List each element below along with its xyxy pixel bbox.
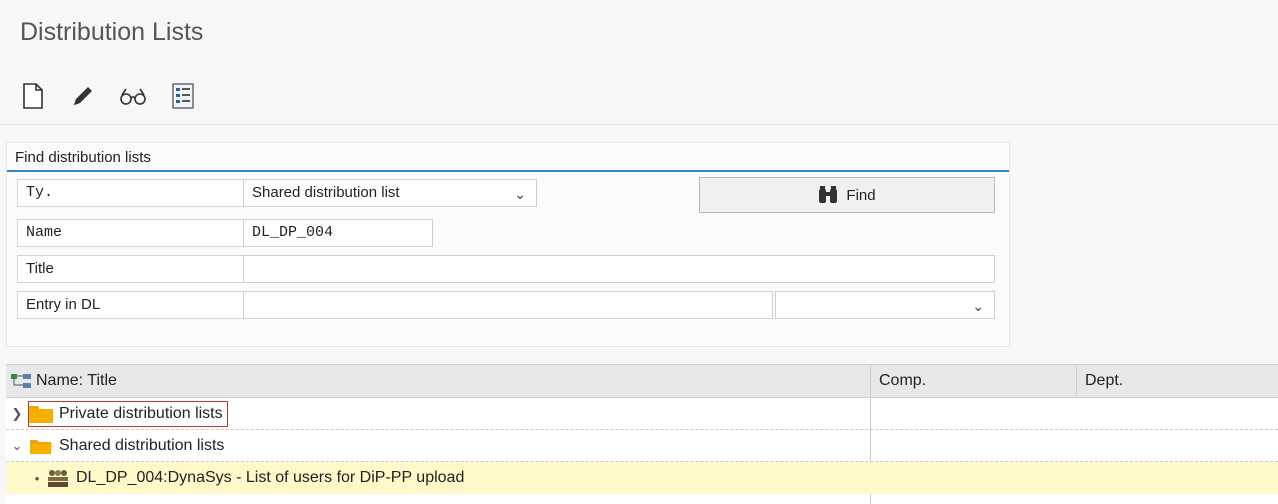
tree-node-label: Private distribution lists: [59, 405, 223, 422]
type-label: Ty.: [17, 179, 247, 207]
tree-row[interactable]: ❯ Private distribution lists: [6, 398, 1278, 430]
tree-header: Name: Title Comp. Dept.: [6, 364, 1278, 398]
title-label: Title: [17, 255, 247, 283]
find-button[interactable]: Find: [699, 177, 995, 213]
new-document-icon: [23, 83, 43, 109]
page-title: Distribution Lists: [20, 18, 204, 46]
tree-row[interactable]: ⌄ Shared distribution lists: [6, 430, 1278, 462]
name-input[interactable]: DL_DP_004: [243, 219, 433, 247]
edit-pencil-icon: [74, 87, 92, 105]
chevron-down-icon: ⌄: [514, 186, 526, 202]
column-header-comp[interactable]: Comp.: [870, 365, 1076, 397]
tree-node-focus[interactable]: Private distribution lists: [28, 401, 228, 427]
tree-row[interactable]: • DL_DP_004:DynaSys - List of users for …: [6, 462, 1278, 494]
column-header-name-label: Name: Title: [36, 372, 117, 389]
column-header-dept[interactable]: Dept.: [1076, 365, 1278, 397]
type-select-value: Shared distribution list: [252, 184, 400, 201]
distribution-list-tree: Name: Title Comp. Dept. ❯ Private distri…: [6, 364, 1278, 504]
bullet-icon: •: [34, 470, 40, 486]
overview-button[interactable]: [168, 79, 198, 113]
open-folder-icon: [30, 440, 52, 454]
entry-type-select[interactable]: ⌄: [775, 291, 995, 319]
tree-structure-icon: [11, 374, 31, 388]
edit-button[interactable]: [68, 79, 98, 113]
display-button[interactable]: [118, 79, 148, 113]
column-header-name[interactable]: Name: Title: [6, 365, 870, 397]
type-select[interactable]: Shared distribution list ⌄: [243, 179, 537, 207]
toolbar-separator: [0, 124, 1278, 125]
chevron-right-icon[interactable]: ❯: [6, 406, 28, 422]
find-panel: Find distribution lists Ty. Shared distr…: [6, 142, 1010, 347]
chevron-down-icon[interactable]: ⌄: [6, 438, 28, 454]
find-panel-header: Find distribution lists: [7, 143, 1009, 172]
tree-node-label: DL_DP_004:DynaSys - List of users for Di…: [76, 469, 465, 486]
entry-input[interactable]: [243, 291, 773, 319]
binoculars-icon: [819, 186, 838, 203]
entry-label: Entry in DL: [17, 291, 247, 319]
title-bar: Distribution Lists: [0, 0, 1278, 74]
distribution-list-icon: [48, 470, 68, 487]
display-glasses-icon: [120, 88, 146, 105]
folder-icon: [29, 406, 53, 423]
toolbar: [18, 78, 198, 114]
chevron-down-icon: ⌄: [972, 298, 984, 314]
find-button-label: Find: [846, 186, 876, 204]
list-overview-icon: [172, 83, 194, 109]
name-label: Name: [17, 219, 247, 247]
tree-node-label: Shared distribution lists: [59, 437, 225, 454]
new-button[interactable]: [18, 79, 48, 113]
title-input[interactable]: [243, 255, 995, 283]
